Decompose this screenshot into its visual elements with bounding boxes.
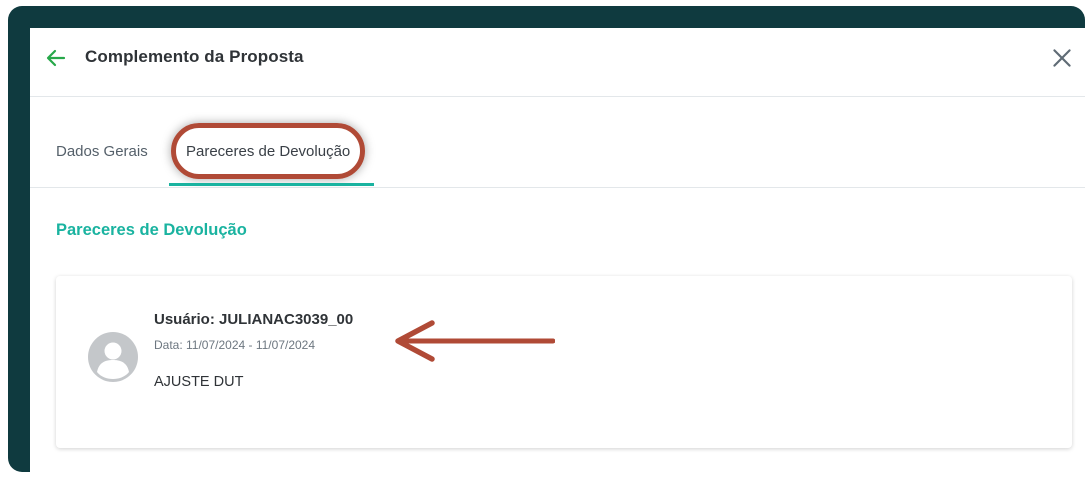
tab-bar: Dados Gerais Pareceres de Devolução	[30, 97, 1085, 188]
tab-dados-gerais[interactable]: Dados Gerais	[56, 143, 148, 160]
tab-pareceres-de-devolucao[interactable]: Pareceres de Devolução	[186, 143, 350, 160]
dialog-panel: Complemento da Proposta Dados Gerais Par…	[30, 28, 1085, 474]
user-avatar-icon	[88, 332, 138, 382]
screenshot-frame: Complemento da Proposta Dados Gerais Par…	[8, 6, 1085, 474]
parecer-card: Usuário: JULIANAC3039_00 Data: 11/07/202…	[56, 276, 1072, 448]
close-icon[interactable]	[1049, 45, 1075, 71]
active-tab-indicator	[169, 183, 374, 186]
annotation-arrow-icon	[395, 320, 555, 362]
record-note: AJUSTE DUT	[154, 374, 244, 390]
page-title: Complemento da Proposta	[85, 47, 304, 66]
dialog-header: Complemento da Proposta	[30, 28, 1085, 97]
record-date: Data: 11/07/2024 - 11/07/2024	[154, 338, 316, 352]
arrow-left-icon[interactable]	[44, 46, 68, 70]
user-name: Usuário: JULIANAC3039_00	[154, 311, 354, 328]
section-title: Pareceres de Devolução	[56, 221, 247, 239]
